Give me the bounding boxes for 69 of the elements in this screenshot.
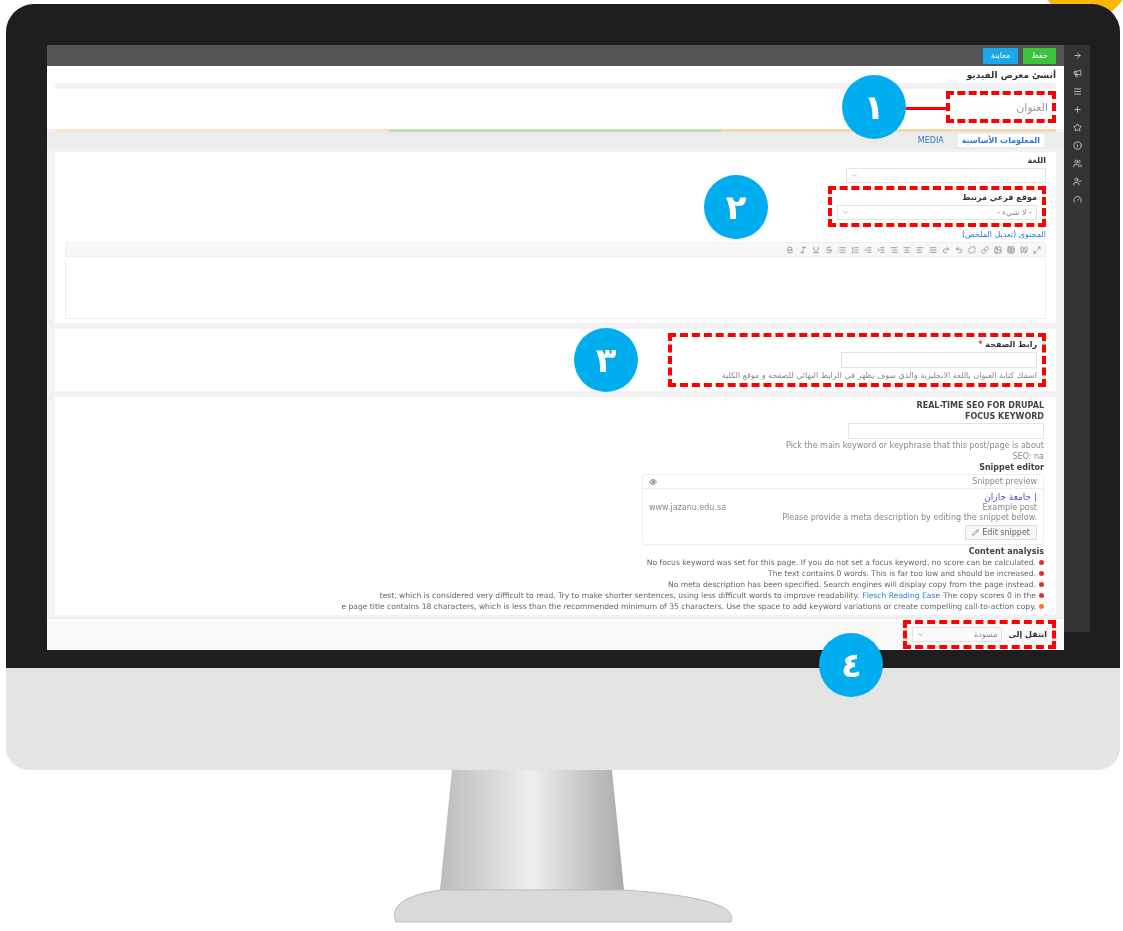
tab[interactable]: MEDIA bbox=[913, 134, 948, 147]
seo-score: SEO: na bbox=[1012, 452, 1044, 461]
field-label: رابط الصفحة * bbox=[978, 340, 1037, 349]
italic-icon[interactable] bbox=[799, 245, 807, 254]
content-link[interactable]: المحتوى (تعديل الملخص) bbox=[961, 230, 1046, 239]
focus-keyword-field[interactable] bbox=[848, 423, 1044, 439]
unlink-icon[interactable] bbox=[968, 245, 976, 254]
snippet-description: Please provide a meta description by editing the snippet below. bbox=[782, 513, 1037, 522]
step-number: ٣ bbox=[574, 328, 638, 392]
image-icon[interactable] bbox=[994, 245, 1002, 254]
outdent-icon[interactable] bbox=[864, 245, 872, 254]
menu-icon[interactable] bbox=[1072, 87, 1082, 96]
snippet-title: | جامعة جازان bbox=[984, 492, 1037, 502]
field-label: موقع فرعي مرتبط bbox=[962, 193, 1037, 202]
indent-icon[interactable] bbox=[877, 245, 885, 254]
info-icon[interactable] bbox=[1072, 141, 1082, 150]
strikethrough-icon[interactable] bbox=[825, 245, 833, 254]
user-check-icon[interactable] bbox=[1072, 177, 1082, 186]
link-icon[interactable] bbox=[981, 245, 989, 254]
snippet-url: www.jazanu.edu.sa bbox=[649, 502, 727, 512]
quote-icon[interactable] bbox=[1020, 245, 1028, 254]
section-heading: REAL-TIME SEO FOR DRUPAL bbox=[916, 401, 1044, 410]
snippet-label: Snippet preview bbox=[972, 477, 1037, 486]
caret-icon bbox=[917, 631, 925, 638]
tab[interactable]: المعلومات الأساسية bbox=[957, 134, 1044, 147]
align-left-icon[interactable] bbox=[916, 245, 924, 254]
bold-icon[interactable] bbox=[786, 245, 794, 254]
snippet-path: Example post bbox=[982, 503, 1037, 512]
page-title: أنشئ معرض الفيديو bbox=[965, 70, 1056, 80]
section-heading: Content analysis bbox=[968, 547, 1044, 556]
caret-icon bbox=[842, 209, 849, 216]
bullet-list-icon[interactable] bbox=[838, 245, 846, 254]
topbar-button[interactable]: حفظ bbox=[1023, 47, 1056, 64]
gauge-icon[interactable] bbox=[1072, 195, 1082, 204]
help-text: Pick the main keyword or keyphrase that this post/page is about bbox=[786, 441, 1044, 450]
align-justify-icon[interactable] bbox=[929, 245, 937, 254]
help-text: اسمك كتابة العنوان باللغة الانجليزية والذي سوف يظهر في الرابط النهائي للصفحة و موقع الكلية bbox=[720, 371, 1037, 380]
redo-icon[interactable] bbox=[942, 245, 950, 254]
plus-icon[interactable] bbox=[1072, 105, 1082, 114]
required-mark: * bbox=[978, 340, 983, 349]
title-field[interactable]: العنوان bbox=[946, 91, 1056, 123]
align-right-icon[interactable] bbox=[890, 245, 898, 254]
language-select[interactable] bbox=[846, 168, 1046, 183]
maximize-icon[interactable] bbox=[1033, 245, 1041, 254]
field-label: FOCUS KEYWORD bbox=[964, 412, 1044, 421]
undo-icon[interactable] bbox=[955, 245, 963, 254]
step-number: ٤ bbox=[819, 632, 884, 697]
users-icon[interactable] bbox=[1072, 159, 1082, 168]
topbar-button[interactable]: معاينة bbox=[982, 47, 1019, 64]
state-select[interactable]: مسودة bbox=[912, 627, 1003, 642]
table-icon[interactable] bbox=[1007, 245, 1015, 254]
star-icon[interactable] bbox=[1072, 123, 1082, 132]
megaphone-icon[interactable] bbox=[1072, 69, 1082, 78]
eye-icon[interactable] bbox=[649, 477, 657, 486]
numbered-list-icon[interactable] bbox=[851, 245, 859, 254]
section-heading: Snippet editor bbox=[979, 463, 1044, 472]
field-label: انتقل إلى bbox=[1008, 630, 1047, 639]
step-number: ٢ bbox=[704, 174, 768, 239]
underline-icon[interactable] bbox=[812, 245, 820, 254]
pencil-icon bbox=[972, 529, 980, 536]
url-field[interactable] bbox=[841, 352, 1037, 368]
field-label: اللغة bbox=[1027, 156, 1046, 165]
leader-line bbox=[906, 107, 946, 110]
align-center-icon[interactable] bbox=[903, 245, 911, 254]
arrow-right-icon[interactable] bbox=[1072, 51, 1082, 60]
edit-snippet-button[interactable]: Edit snippet bbox=[965, 525, 1037, 540]
subsite-select[interactable]: - لا شيء - bbox=[837, 205, 1037, 220]
step-number: ١ bbox=[842, 75, 906, 139]
caret-icon bbox=[851, 172, 858, 179]
